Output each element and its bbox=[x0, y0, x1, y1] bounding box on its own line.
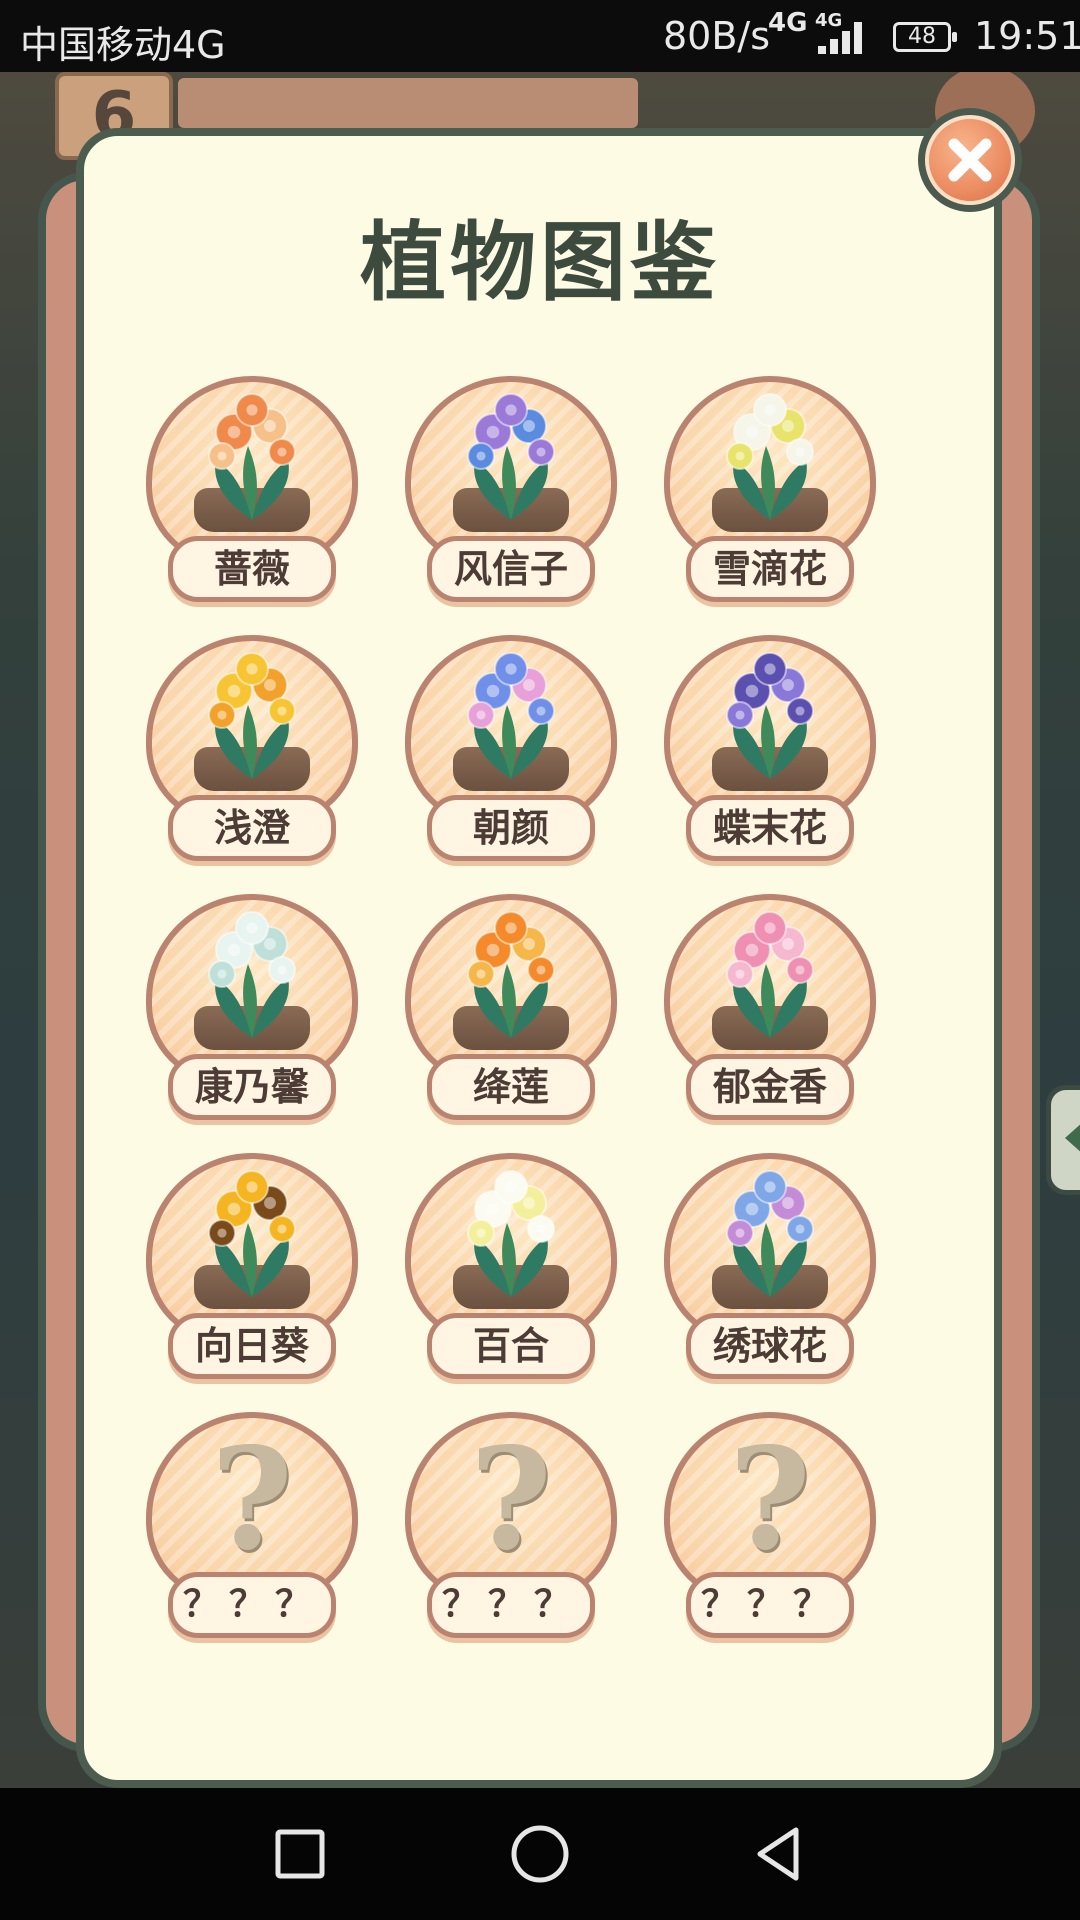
close-button[interactable] bbox=[918, 108, 1022, 212]
close-x-glyph bbox=[948, 138, 992, 182]
plant-card[interactable]: 朝颜 bbox=[405, 635, 617, 869]
orange-lily-plant-icon bbox=[441, 898, 581, 1048]
question-mark-icon: ? bbox=[469, 1418, 553, 1582]
plant-card[interactable]: 绛莲 bbox=[405, 894, 617, 1128]
plant-name-label: 朝颜 bbox=[427, 795, 595, 861]
snowdrop-plant-icon bbox=[700, 380, 840, 530]
status-bar: 中国移动4G 80B/s 4G 4G 48 19:51 bbox=[0, 0, 1080, 72]
plant-name-label: 向日葵 bbox=[168, 1313, 336, 1379]
screen: 中国移动4G 80B/s 4G 4G 48 19:51 6 植物图鉴 蔷薇 风信子… bbox=[0, 0, 1080, 1920]
plant-card[interactable]: 蝶末花 bbox=[664, 635, 876, 869]
panel-title: 植物图鉴 bbox=[360, 213, 720, 313]
locked-plant-card[interactable]: ?？？？ bbox=[664, 1412, 876, 1646]
plant-name-label: 绛莲 bbox=[427, 1054, 595, 1120]
carrier-label: 中国移动4G bbox=[20, 23, 226, 67]
carnation-plant-icon bbox=[182, 898, 322, 1048]
square-icon[interactable] bbox=[270, 1824, 330, 1884]
navigation-bar bbox=[0, 1788, 1080, 1920]
plant-name-label: ？？？ bbox=[686, 1572, 854, 1638]
plant-name-label: 康乃馨 bbox=[168, 1054, 336, 1120]
morning-glory-plant-icon bbox=[441, 639, 581, 789]
network-speed: 80B/s bbox=[663, 14, 771, 58]
hydrangea-plant-icon bbox=[700, 1157, 840, 1307]
plant-name-label: 郁金香 bbox=[686, 1054, 854, 1120]
plant-name-label: ？？？ bbox=[168, 1572, 336, 1638]
clock: 19:51 bbox=[974, 14, 1080, 58]
question-mark-icon: ? bbox=[210, 1418, 294, 1582]
plant-name-label: 雪滴花 bbox=[686, 536, 854, 602]
triangle-back-icon[interactable] bbox=[750, 1824, 810, 1884]
plant-name-label: 绣球花 bbox=[686, 1313, 854, 1379]
battery-level: 48 bbox=[908, 24, 936, 49]
plant-grid: 蔷薇 风信子 雪滴花 浅澄 朝颜 蝶末花 康乃馨 绛莲 郁金香 向日葵 百合 绣球花?？？？?？？？?… bbox=[146, 376, 876, 1646]
sunflower-plant-icon bbox=[182, 1157, 322, 1307]
plant-card[interactable]: 郁金香 bbox=[664, 894, 876, 1128]
plant-name-label: 蔷薇 bbox=[168, 536, 336, 602]
plant-card[interactable]: 向日葵 bbox=[146, 1153, 358, 1387]
hyacinth-plant-icon bbox=[441, 380, 581, 530]
signal-icon bbox=[818, 22, 868, 54]
side-arrow-icon[interactable] bbox=[1046, 1085, 1080, 1195]
locked-plant-card[interactable]: ?？？？ bbox=[146, 1412, 358, 1646]
plant-name-label: ？？？ bbox=[427, 1572, 595, 1638]
battery-icon: 48 bbox=[893, 22, 957, 52]
network-type-icon: 4G bbox=[768, 8, 808, 38]
plant-name-label: 浅澄 bbox=[168, 795, 336, 861]
background-progress-bar bbox=[178, 78, 638, 128]
plant-card[interactable]: 雪滴花 bbox=[664, 376, 876, 610]
plant-card[interactable]: 浅澄 bbox=[146, 635, 358, 869]
iris-plant-icon bbox=[700, 639, 840, 789]
plant-card[interactable]: 蔷薇 bbox=[146, 376, 358, 610]
rose-plant-icon bbox=[182, 380, 322, 530]
lily-plant-icon bbox=[441, 1157, 581, 1307]
circle-icon[interactable] bbox=[510, 1824, 570, 1884]
plant-card[interactable]: 康乃馨 bbox=[146, 894, 358, 1128]
tulip-plant-icon bbox=[700, 898, 840, 1048]
plant-name-label: 风信子 bbox=[427, 536, 595, 602]
plant-name-label: 百合 bbox=[427, 1313, 595, 1379]
question-mark-icon: ? bbox=[728, 1418, 812, 1582]
yellow-flower-plant-icon bbox=[182, 639, 322, 789]
plant-card[interactable]: 百合 bbox=[405, 1153, 617, 1387]
plant-card[interactable]: 风信子 bbox=[405, 376, 617, 610]
locked-plant-card[interactable]: ?？？？ bbox=[405, 1412, 617, 1646]
plant-name-label: 蝶末花 bbox=[686, 795, 854, 861]
plant-card[interactable]: 绣球花 bbox=[664, 1153, 876, 1387]
